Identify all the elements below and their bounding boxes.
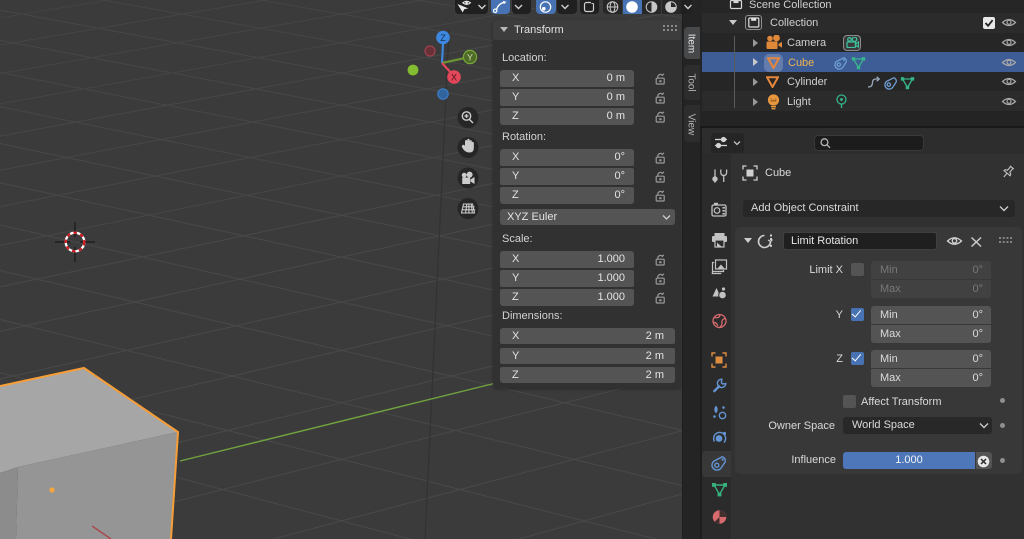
svg-text:X: X [451, 73, 457, 83]
svg-text:Z: Z [440, 33, 446, 43]
svg-text:Y: Y [467, 53, 473, 63]
